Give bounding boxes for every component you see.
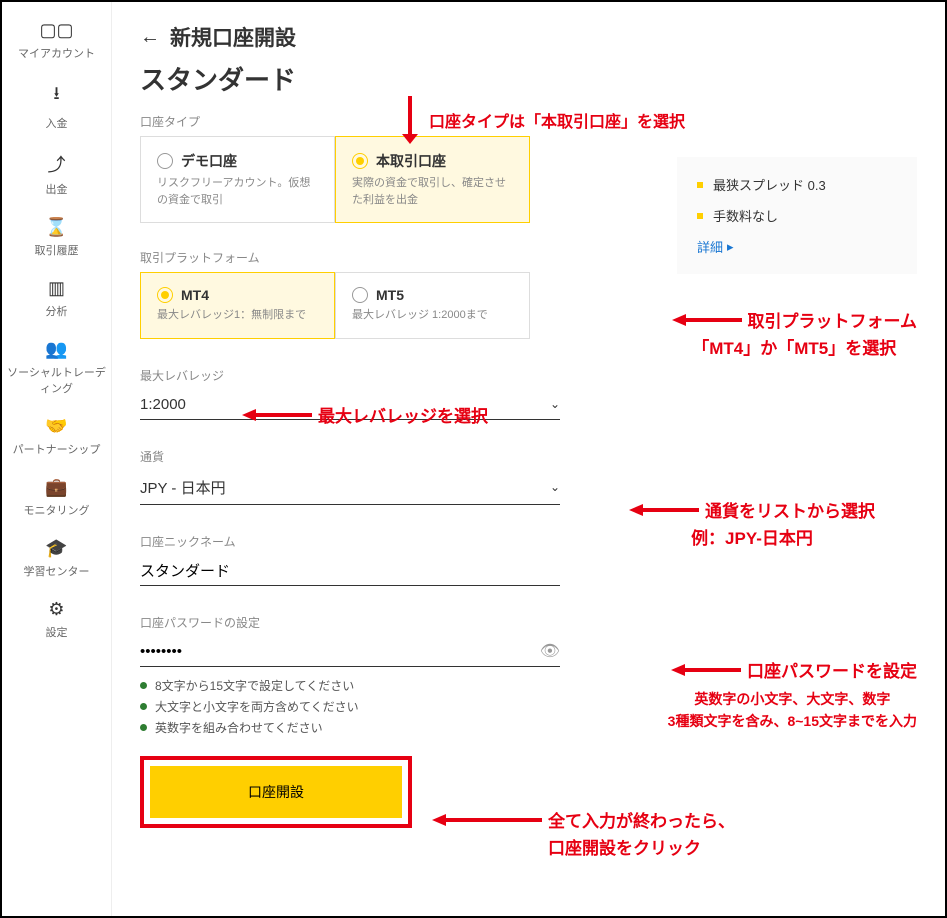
option-desc: リスクフリーアカウント。仮想の資金で取引 xyxy=(157,175,318,208)
rule-text: 8文字から15文字で設定してください xyxy=(155,677,354,694)
bullet-icon xyxy=(697,182,703,188)
check-dot-icon xyxy=(140,703,147,710)
radio-icon xyxy=(352,153,368,169)
hourglass-icon: ⌛ xyxy=(45,217,67,238)
account-type-real[interactable]: 本取引口座 実際の資金で取引し、確定させた利益を出金 xyxy=(335,136,530,223)
upload-icon: ⤴ xyxy=(48,151,66,177)
sidebar-item-label: モニタリング xyxy=(24,502,90,518)
password-label: 口座パスワードの設定 xyxy=(140,614,560,631)
password-rules: 8文字から15文字で設定してください 大文字と小文字を両方含めてください 英数字… xyxy=(140,677,560,736)
dashboard-icon: ▢▢ xyxy=(39,20,73,41)
annotation-submit: 全て入力が終わったら、 口座開設をクリック xyxy=(432,807,735,859)
leverage-label: 最大レバレッジ xyxy=(140,367,560,384)
sidebar-item-label: ソーシャルトレーディング xyxy=(6,364,107,396)
currency-label: 通貨 xyxy=(140,448,560,465)
briefcase-icon: 💼 xyxy=(45,477,67,498)
sidebar-item-label: 出金 xyxy=(46,181,68,197)
details-link[interactable]: 詳細▸ xyxy=(697,237,734,256)
option-title: 本取引口座 xyxy=(376,151,446,171)
annotation-currency: 通貨をリストから選択 例：JPY-日本円 xyxy=(629,497,875,549)
handshake-icon: 🤝 xyxy=(45,416,67,437)
chevron-down-icon: ⌄ xyxy=(550,397,560,411)
sidebar-item-monitoring[interactable]: 💼 モニタリング xyxy=(2,467,111,528)
sidebar-item-settings[interactable]: ⚙ 設定 xyxy=(2,589,111,650)
info-item: 手数料なし xyxy=(713,206,778,225)
open-account-button[interactable]: 口座開設 xyxy=(150,766,402,818)
account-type-demo[interactable]: デモ口座 リスクフリーアカウント。仮想の資金で取引 xyxy=(140,136,335,223)
option-title: MT4 xyxy=(181,287,209,303)
sidebar-item-label: パートナーシップ xyxy=(13,441,101,457)
plan-info-box: 最狭スプレッド 0.3 手数料なし 詳細▸ xyxy=(677,157,917,274)
sidebar-item-label: 設定 xyxy=(46,624,68,640)
option-title: デモ口座 xyxy=(181,151,237,171)
bullet-icon xyxy=(697,213,703,219)
check-dot-icon xyxy=(140,724,147,731)
account-plan-title: スタンダード xyxy=(140,60,917,97)
leverage-value: 1:2000 xyxy=(140,396,186,413)
platform-mt5[interactable]: MT5 最大レバレッジ 1:2000まで xyxy=(335,272,530,339)
sidebar-item-label: マイアカウント xyxy=(18,45,95,61)
sidebar-item-label: 学習センター xyxy=(24,563,90,579)
users-icon: 👥 xyxy=(45,339,67,360)
option-title: MT5 xyxy=(376,287,404,303)
graduation-icon: 🎓 xyxy=(45,538,67,559)
download-icon: ⭳ xyxy=(53,81,59,111)
sidebar-item-learning[interactable]: 🎓 学習センター xyxy=(2,528,111,589)
back-arrow-icon[interactable]: ← xyxy=(140,26,160,49)
page-title: 新規口座開設 xyxy=(170,22,296,52)
sidebar: ▢▢ マイアカウント ⭳ 入金 ⤴ 出金 ⌛ 取引履歴 ▥ 分析 👥 ソーシャルトレーディン… xyxy=(2,2,112,916)
sidebar-item-social[interactable]: 👥 ソーシャルトレーディング xyxy=(2,329,111,406)
account-type-label: 口座タイプ xyxy=(140,113,917,130)
chart-icon: ▥ xyxy=(48,278,65,299)
eye-off-icon[interactable]: 👁 xyxy=(540,641,560,661)
sidebar-item-label: 分析 xyxy=(46,303,68,319)
nickname-label: 口座ニックネーム xyxy=(140,533,560,550)
sidebar-item-analysis[interactable]: ▥ 分析 xyxy=(2,268,111,329)
currency-value: JPY - 日本円 xyxy=(140,477,226,498)
radio-icon xyxy=(157,153,173,169)
password-input[interactable] xyxy=(140,637,560,667)
platform-mt4[interactable]: MT4 最大レバレッジ1：無制限まで xyxy=(140,272,335,339)
currency-select[interactable]: JPY - 日本円 ⌄ xyxy=(140,471,560,505)
rule-text: 英数字を組み合わせてください xyxy=(155,719,323,736)
info-item: 最狭スプレッド 0.3 xyxy=(713,175,826,194)
sidebar-item-partner[interactable]: 🤝 パートナーシップ xyxy=(2,406,111,467)
sidebar-item-label: 入金 xyxy=(46,115,68,131)
option-desc: 最大レバレッジ1：無制限まで xyxy=(157,307,318,324)
option-desc: 最大レバレッジ 1:2000まで xyxy=(352,307,513,324)
gear-icon: ⚙ xyxy=(48,599,64,620)
check-dot-icon xyxy=(140,682,147,689)
rule-text: 大文字と小文字を両方含めてください xyxy=(155,698,359,715)
sidebar-item-account[interactable]: ▢▢ マイアカウント xyxy=(2,10,111,71)
sidebar-item-history[interactable]: ⌛ 取引履歴 xyxy=(2,207,111,268)
chevron-right-icon: ▸ xyxy=(727,239,734,255)
option-desc: 実際の資金で取引し、確定させた利益を出金 xyxy=(352,175,513,208)
main-content: ← 新規口座開設 スタンダード 口座タイプは「本取引口座」を選択 口座タイプ デ… xyxy=(112,2,945,916)
radio-icon xyxy=(352,287,368,303)
sidebar-item-label: 取引履歴 xyxy=(35,242,79,258)
sidebar-item-withdraw[interactable]: ⤴ 出金 xyxy=(2,141,111,207)
chevron-down-icon: ⌄ xyxy=(550,480,560,494)
annotation-password: 口座パスワードを設定 英数字の小文字、大文字、数字 3種類文字を含み、8~15文… xyxy=(668,657,917,733)
submit-highlight: 口座開設 xyxy=(140,756,412,828)
sidebar-item-deposit[interactable]: ⭳ 入金 xyxy=(2,71,111,141)
platform-options: MT4 最大レバレッジ1：無制限まで MT5 最大レバレッジ 1:2000まで xyxy=(140,272,917,339)
radio-icon xyxy=(157,287,173,303)
leverage-select[interactable]: 1:2000 ⌄ xyxy=(140,390,560,420)
nickname-input[interactable] xyxy=(140,556,560,586)
